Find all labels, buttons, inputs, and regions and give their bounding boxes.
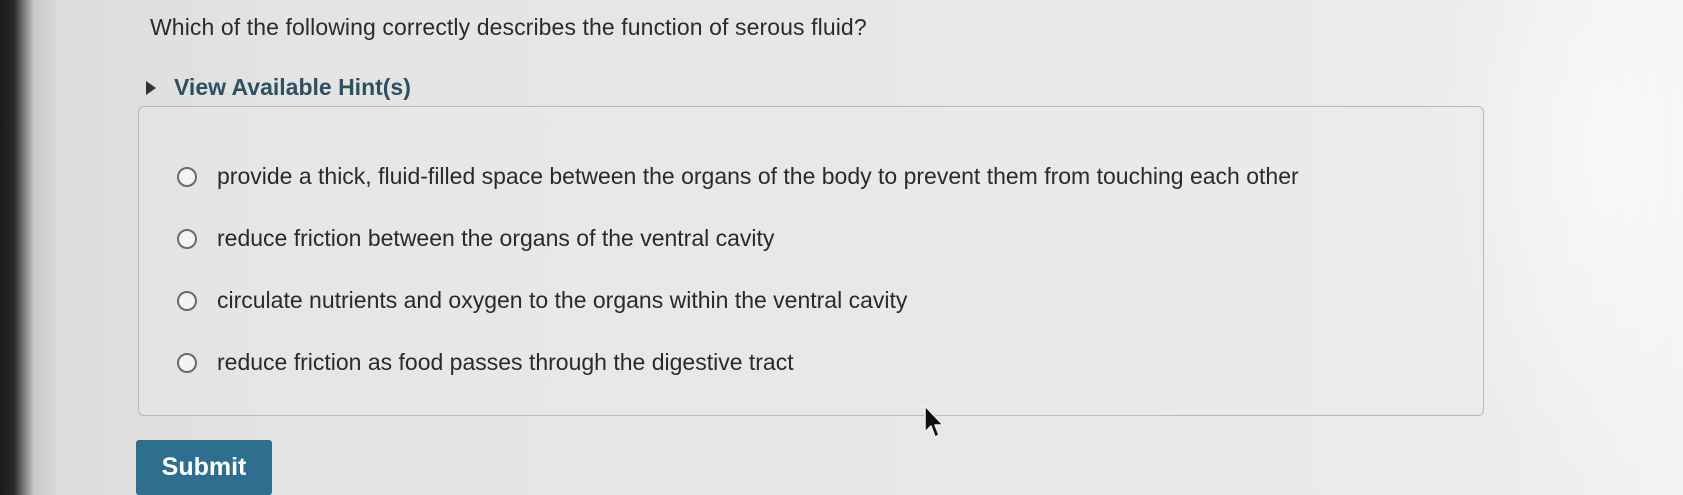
- caret-right-icon: [146, 80, 156, 95]
- answer-options-group: provide a thick, fluid-filled space betw…: [138, 106, 1484, 416]
- answer-option-label: provide a thick, fluid-filled space betw…: [217, 163, 1299, 189]
- radio-button[interactable]: [177, 290, 197, 311]
- submit-button[interactable]: Submit: [136, 440, 272, 495]
- radio-button[interactable]: [177, 166, 197, 187]
- radio-button[interactable]: [177, 352, 197, 373]
- answer-option[interactable]: reduce friction as food passes through t…: [177, 349, 794, 376]
- answer-option[interactable]: circulate nutrients and oxygen to the or…: [177, 287, 907, 314]
- answer-option[interactable]: provide a thick, fluid-filled space betw…: [177, 163, 1299, 190]
- answer-option-label: reduce friction between the organs of th…: [217, 225, 775, 251]
- answer-option[interactable]: reduce friction between the organs of th…: [177, 225, 774, 252]
- radio-button[interactable]: [177, 228, 197, 249]
- answer-option-label: circulate nutrients and oxygen to the or…: [217, 287, 908, 313]
- view-hints-toggle[interactable]: View Available Hint(s): [146, 74, 411, 101]
- mouse-pointer-icon: [924, 405, 944, 438]
- question-text: Which of the following correctly describ…: [150, 14, 867, 40]
- view-hints-label: View Available Hint(s): [174, 74, 411, 100]
- answer-option-label: reduce friction as food passes through t…: [217, 349, 794, 375]
